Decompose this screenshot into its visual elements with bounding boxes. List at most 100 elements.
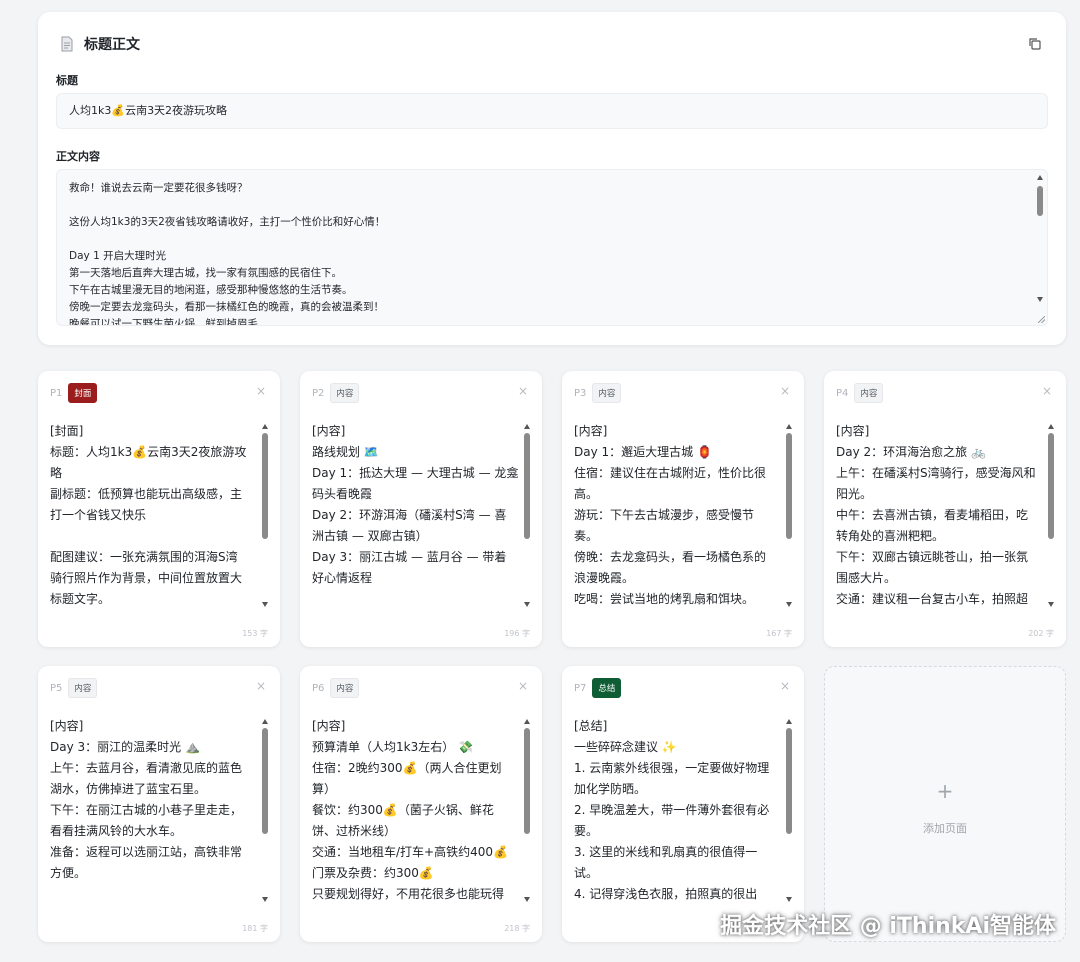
card-line: [内容] bbox=[312, 424, 346, 438]
card-line: 看看挂满风铃的大水车。 bbox=[50, 824, 183, 838]
close-icon[interactable]: × bbox=[1042, 385, 1052, 397]
scroll-thumb[interactable] bbox=[262, 728, 268, 834]
card-scrollbar[interactable] bbox=[522, 423, 532, 613]
card-line: 住宿：建议住在古城附近，性价比很 bbox=[574, 466, 767, 480]
card-line: 住宿：2晚约300💰（两人合住更划 bbox=[312, 761, 502, 775]
page-card[interactable]: P3 内容 × [内容] Day 1：邂逅大理古城 🏮 住宿：建议住在古城附近，性价… bbox=[562, 371, 804, 647]
close-icon[interactable]: × bbox=[780, 680, 790, 692]
page-type-badge: 内容 bbox=[68, 678, 98, 698]
char-count: 153 字 bbox=[242, 629, 268, 638]
card-line: 算） bbox=[312, 782, 337, 796]
scroll-up-icon[interactable] bbox=[522, 423, 532, 431]
content-line: Day 1 开启大理时光 bbox=[69, 250, 167, 262]
card-textarea[interactable]: [内容] Day 3：丽江的温柔时光 ⛰️ 上午：去蓝月谷，看清澈见底的蓝色 湖水，仿… bbox=[50, 716, 260, 910]
scroll-down-icon[interactable] bbox=[260, 601, 270, 609]
card-header: P4 内容 bbox=[836, 383, 884, 403]
close-icon[interactable]: × bbox=[256, 385, 266, 397]
scroll-thumb[interactable] bbox=[524, 433, 530, 539]
card-line: 要。 bbox=[574, 824, 599, 838]
close-icon[interactable]: × bbox=[518, 680, 528, 692]
resize-grip-icon[interactable] bbox=[1038, 316, 1045, 323]
scroll-down-icon[interactable] bbox=[784, 896, 794, 904]
char-count: 202 字 bbox=[1028, 629, 1054, 638]
add-page-label: 添加页面 bbox=[923, 822, 967, 835]
panel-header: 标题正文 bbox=[60, 34, 140, 54]
content-scrollbar[interactable] bbox=[1035, 174, 1045, 304]
card-line: 3. 这里的米线和乳扇真的很值得一 bbox=[574, 845, 758, 859]
card-scrollbar[interactable] bbox=[784, 423, 794, 613]
card-textarea[interactable]: [内容] 预算清单（人均1k3左右） 💸 住宿：2晚约300💰（两人合住更划 算） 餐饮… bbox=[312, 716, 522, 910]
scroll-up-icon[interactable] bbox=[1046, 423, 1056, 431]
scroll-up-icon[interactable] bbox=[260, 423, 270, 431]
add-page-button[interactable]: + 添加页面 bbox=[824, 666, 1066, 942]
card-line: 高。 bbox=[574, 487, 599, 501]
watermark: 掘金技术社区 @ iThinkAi智能体 bbox=[720, 914, 1056, 939]
scroll-thumb[interactable] bbox=[1037, 186, 1043, 216]
card-line: 中午：去喜洲古镇，看麦埔稻田，吃 bbox=[836, 508, 1029, 522]
card-scrollbar[interactable] bbox=[1046, 423, 1056, 613]
card-line bbox=[50, 526, 260, 547]
content-line bbox=[69, 197, 1019, 214]
content-line: 救命！谁说去云南一定要花很多钱呀？ bbox=[69, 182, 248, 194]
close-icon[interactable]: × bbox=[780, 385, 790, 397]
card-textarea[interactable]: [内容] Day 2：环洱海治愈之旅 🚲 上午：在磻溪村S湾骑行，感受海风和 阳光。中… bbox=[836, 421, 1046, 615]
card-scrollbar[interactable] bbox=[260, 423, 270, 613]
scroll-thumb[interactable] bbox=[524, 728, 530, 834]
page-number: P1 bbox=[50, 387, 63, 399]
page-card[interactable]: P4 内容 × [内容] Day 2：环洱海治愈之旅 🚲 上午：在磻溪村S湾骑行，感… bbox=[824, 371, 1066, 647]
card-line: 标题文字。 bbox=[50, 592, 111, 606]
scroll-thumb[interactable] bbox=[1048, 433, 1054, 539]
card-textarea[interactable]: [内容] Day 1：邂逅大理古城 🏮 住宿：建议住在古城附近，性价比很 高。 游玩：下… bbox=[574, 421, 784, 615]
content-lines: 救命！谁说去云南一定要花很多钱呀？ 这份人均1k3的3天2夜省钱攻略请收好，主打一… bbox=[69, 180, 1019, 325]
card-textarea[interactable]: [内容] 路线规划 🗺️ Day 1：抵达大理 — 大理古城 — 龙龛 码头看晚霞 Da… bbox=[312, 421, 522, 615]
copy-icon[interactable] bbox=[1028, 36, 1042, 50]
scroll-up-icon[interactable] bbox=[1035, 174, 1045, 182]
char-count: 181 字 bbox=[242, 924, 268, 933]
page-card[interactable]: P6 内容 × [内容] 预算清单（人均1k3左右） 💸 住宿：2晚约300💰（两人… bbox=[300, 666, 542, 942]
card-line: 只要规划得好，不用花很多也能玩得 bbox=[312, 887, 505, 901]
page-card[interactable]: P2 内容 × [内容] 路线规划 🗺️ Day 1：抵达大理 — 大理古城 — 龙… bbox=[300, 371, 542, 647]
card-line: [总结] bbox=[574, 719, 608, 733]
scroll-down-icon[interactable] bbox=[1046, 601, 1056, 609]
scroll-thumb[interactable] bbox=[786, 728, 792, 834]
scroll-thumb[interactable] bbox=[786, 433, 792, 539]
content-field-label: 正文内容 bbox=[56, 150, 100, 163]
card-scrollbar[interactable] bbox=[522, 718, 532, 908]
scroll-down-icon[interactable] bbox=[522, 896, 532, 904]
scroll-down-icon[interactable] bbox=[784, 601, 794, 609]
page-card[interactable]: P7 总结 × [总结] 一些碎碎念建议 ✨ 1. 云南紫外线很强，一定要做好物理加… bbox=[562, 666, 804, 942]
scroll-up-icon[interactable] bbox=[784, 423, 794, 431]
close-icon[interactable]: × bbox=[518, 385, 528, 397]
scroll-thumb[interactable] bbox=[262, 433, 268, 539]
scroll-down-icon[interactable] bbox=[260, 896, 270, 904]
page-type-badge: 封面 bbox=[68, 383, 98, 403]
page-card[interactable]: P1 封面 × [封面] 标题：人均1k3💰云南3天2夜旅游攻略副标题：低预算也能… bbox=[38, 371, 280, 647]
plus-icon: + bbox=[936, 779, 954, 803]
card-line: 下午：双廊古镇远眺苍山，拍一张氛 bbox=[836, 550, 1029, 564]
page-card[interactable]: P5 内容 × [内容] Day 3：丽江的温柔时光 ⛰️ 上午：去蓝月谷，看清澈见… bbox=[38, 666, 280, 942]
card-line: 准备：返程可以选丽江站，高铁非常 bbox=[50, 845, 243, 859]
scroll-up-icon[interactable] bbox=[260, 718, 270, 726]
card-line: 2. 早晚温差大，带一件薄外套很有必 bbox=[574, 803, 770, 817]
scroll-up-icon[interactable] bbox=[522, 718, 532, 726]
close-icon[interactable]: × bbox=[256, 680, 266, 692]
content-textarea[interactable]: 救命！谁说去云南一定要花很多钱呀？ 这份人均1k3的3天2夜省钱攻略请收好，主打一… bbox=[56, 169, 1048, 326]
scroll-up-icon[interactable] bbox=[784, 718, 794, 726]
card-scrollbar[interactable] bbox=[260, 718, 270, 908]
card-line: 傍晚：去龙龛码头，看一场橘色系的 bbox=[574, 550, 767, 564]
card-scrollbar[interactable] bbox=[784, 718, 794, 908]
content-line: 这份人均1k3的3天2夜省钱攻略请收好，主打一个性价比和好心情！ bbox=[69, 216, 386, 228]
page-number: P5 bbox=[50, 682, 63, 694]
title-input[interactable]: 人均1k3💰云南3天2夜游玩攻略 bbox=[56, 93, 1048, 129]
char-count: 196 字 bbox=[504, 629, 530, 638]
card-line: [内容] bbox=[312, 719, 346, 733]
card-line: 奏。 bbox=[574, 529, 599, 543]
card-textarea[interactable]: [封面] 标题：人均1k3💰云南3天2夜旅游攻略副标题：低预算也能玩出高级感，主打… bbox=[50, 421, 260, 615]
card-line: Day 1：抵达大理 — 大理古城 — 龙龛 bbox=[312, 466, 519, 480]
scroll-down-icon[interactable] bbox=[1035, 296, 1045, 304]
card-line: [内容] bbox=[574, 424, 608, 438]
card-line: 标题：人均1k3💰云南3天2夜旅游攻 bbox=[50, 445, 247, 459]
card-textarea[interactable]: [总结] 一些碎碎念建议 ✨ 1. 云南紫外线很强，一定要做好物理 加化学防晒。 2. … bbox=[574, 716, 784, 910]
card-line: 交通：当地租车/打车+高铁约400💰 bbox=[312, 845, 508, 859]
scroll-down-icon[interactable] bbox=[522, 601, 532, 609]
